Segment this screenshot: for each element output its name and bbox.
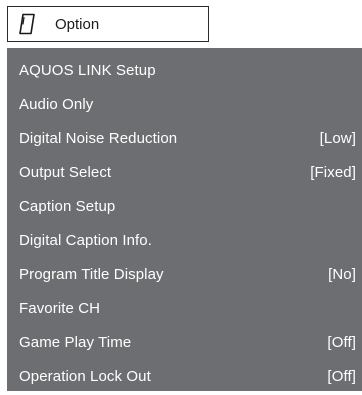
option-card-icon [16,12,38,36]
menu-item-output-select[interactable]: Output Select [Fixed] [11,155,362,189]
menu-item-value: [Off] [327,333,356,351]
menu-item-audio-only[interactable]: Audio Only [11,87,362,121]
menu-item-value: [Low] [319,129,356,147]
menu-item-digital-caption-info[interactable]: Digital Caption Info. [11,223,362,257]
menu-item-label: Caption Setup [19,197,116,215]
option-tab-label: Option [55,15,100,33]
menu-item-program-title-display[interactable]: Program Title Display [No] [11,257,362,291]
menu-item-label: Digital Noise Reduction [19,129,178,147]
menu-item-label: Output Select [19,163,112,181]
menu-item-label: Digital Caption Info. [19,231,153,249]
menu-item-game-play-time[interactable]: Game Play Time [Off] [11,325,362,359]
menu-item-aquos-link-setup[interactable]: AQUOS LINK Setup [11,53,362,87]
menu-item-value: [No] [328,265,356,283]
menu-item-digital-noise-reduction[interactable]: Digital Noise Reduction [Low] [11,121,362,155]
menu-item-label: Audio Only [19,95,94,113]
menu-item-value: [Fixed] [310,163,356,181]
menu-item-label: Game Play Time [19,333,132,351]
menu-item-favorite-ch[interactable]: Favorite CH [11,291,362,325]
menu-item-caption-setup[interactable]: Caption Setup [11,189,362,223]
option-tab[interactable]: Option [7,6,209,42]
menu-item-label: AQUOS LINK Setup [19,61,156,79]
menu-item-label: Favorite CH [19,299,101,317]
menu-item-label: Operation Lock Out [19,367,151,385]
menu-item-label: Program Title Display [19,265,164,283]
menu-item-operation-lock-out[interactable]: Operation Lock Out [Off] [11,359,362,393]
menu-item-value: [Off] [327,367,356,385]
option-menu: AQUOS LINK Setup Audio Only Digital Nois… [7,48,362,391]
